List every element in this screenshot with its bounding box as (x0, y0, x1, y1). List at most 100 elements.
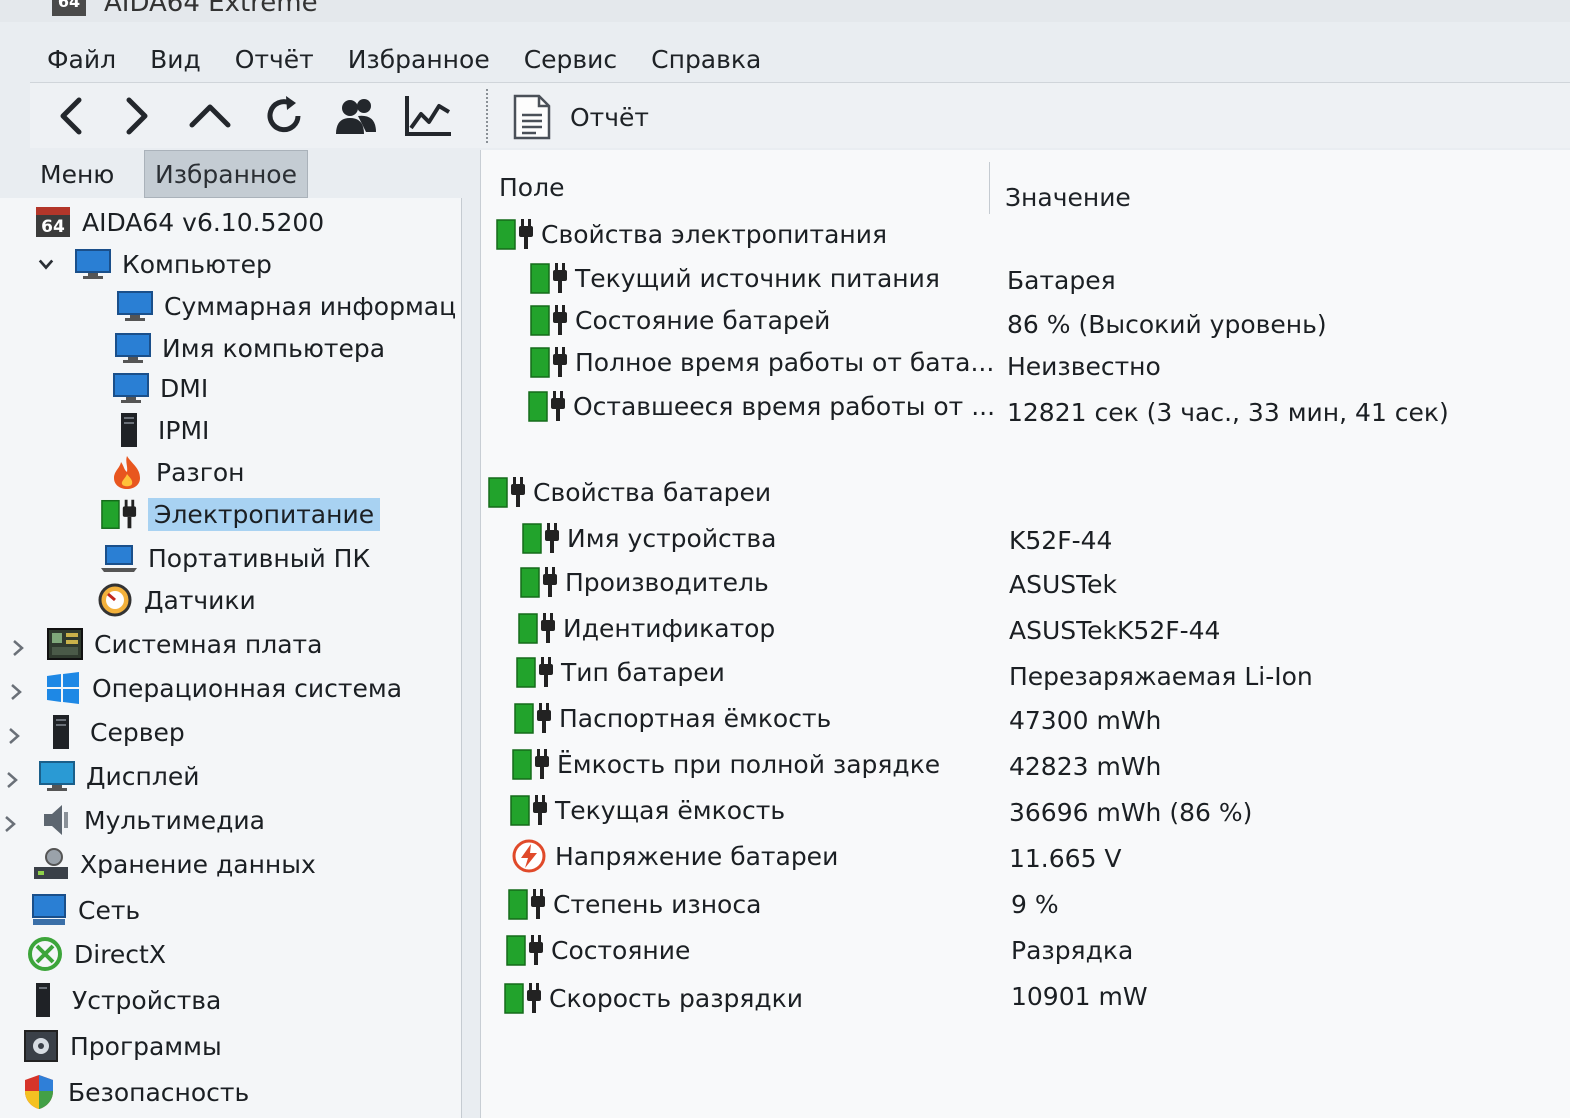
navigation-tree: 64 AIDA64 v6.10.5200 Компьютер Суммарная… (0, 198, 462, 1118)
detail-row[interactable]: Степень износа (505, 884, 761, 924)
tree-item-summary[interactable]: Суммарная информац (116, 286, 456, 326)
expand-chevron-icon[interactable] (2, 812, 18, 836)
menu-file[interactable]: Файл (30, 45, 133, 74)
field-name: Паспортная ёмкость (559, 703, 832, 733)
battery-plug-icon (100, 497, 138, 531)
tree-item-display[interactable]: Дисплей (38, 756, 199, 796)
users-button[interactable] (328, 91, 384, 141)
expand-chevron-icon[interactable] (8, 680, 24, 704)
detail-row[interactable]: Полное время работы от бата... (527, 342, 994, 382)
tree-label: DirectX (74, 939, 166, 969)
chart-icon (405, 96, 451, 136)
report-document-icon (513, 94, 551, 140)
column-header-value[interactable]: Значение (1005, 170, 1131, 224)
tree-item-overclock[interactable]: Разгон (108, 452, 244, 492)
server-tower-icon (110, 413, 148, 447)
menu-service[interactable]: Сервис (507, 45, 634, 74)
tree-item-server[interactable]: Сервер (42, 712, 185, 752)
section-header-battery[interactable]: Свойства батареи (485, 472, 771, 512)
detail-row[interactable]: Напряжение батареи (507, 836, 838, 876)
tree-item-computer-name[interactable]: Имя компьютера (114, 328, 385, 368)
forward-button[interactable] (110, 91, 166, 141)
detail-row[interactable]: Производитель (517, 562, 769, 602)
back-icon (60, 97, 82, 135)
detail-row[interactable]: Текущий источник питания (527, 258, 940, 298)
field-name: Тип батареи (561, 657, 725, 687)
expand-chevron-icon[interactable] (4, 768, 20, 792)
toolbar-separator (486, 89, 488, 143)
tree-item-security[interactable]: Безопасность (20, 1072, 249, 1112)
tree-item-sensors[interactable]: Датчики (96, 580, 256, 620)
battery-plug-icon (501, 981, 545, 1015)
column-divider[interactable] (989, 162, 990, 214)
tree-item-os[interactable]: Операционная система (44, 668, 402, 708)
battery-plug-icon (519, 521, 563, 555)
tree-item-root[interactable]: 64 AIDA64 v6.10.5200 (34, 202, 324, 242)
refresh-icon (267, 96, 301, 133)
aida64-window: 64 AIDA64 Extreme Файл Вид Отчёт Избранн… (0, 0, 1570, 1118)
tree-label: Мультимедиа (84, 805, 265, 835)
battery-plug-icon (527, 261, 571, 295)
detail-row[interactable]: Состояние батарей (527, 300, 830, 340)
up-button[interactable] (182, 91, 238, 141)
battery-plug-icon (527, 345, 571, 379)
hard-drive-icon (32, 847, 70, 881)
field-value: ASUSTek (1009, 569, 1118, 599)
tree-item-motherboard[interactable]: Системная плата (46, 624, 322, 664)
title-bar: 64 AIDA64 Extreme (0, 0, 1570, 22)
detail-row[interactable]: Ёмкость при полной зарядке (509, 744, 940, 784)
detail-row[interactable]: Паспортная ёмкость (511, 698, 831, 738)
column-header-field[interactable]: Поле (499, 160, 564, 214)
detail-row[interactable]: Тип батареи (513, 652, 725, 692)
details-panel: Поле Значение Свойства электропитания Те… (480, 150, 1570, 1118)
tree-item-computer[interactable]: Компьютер (74, 244, 272, 284)
menu-favorites[interactable]: Избранное (331, 45, 507, 74)
menu-help[interactable]: Справка (634, 45, 778, 74)
tree-item-storage[interactable]: Хранение данных (32, 844, 316, 884)
chart-button[interactable] (400, 91, 456, 141)
report-label: Отчёт (570, 102, 649, 132)
tree-item-portable[interactable]: Портативный ПК (100, 538, 370, 578)
report-button[interactable]: Отчёт (512, 91, 649, 143)
menu-view[interactable]: Вид (133, 45, 218, 74)
tree-item-programs[interactable]: Программы (22, 1026, 222, 1066)
back-button[interactable] (42, 91, 98, 141)
battery-plug-icon (507, 793, 551, 827)
battery-plug-icon (515, 611, 559, 645)
window-title: AIDA64 Extreme (104, 0, 318, 18)
battery-plug-icon (509, 747, 553, 781)
tab-favorites[interactable]: Избранное (144, 150, 308, 198)
section-header-power[interactable]: Свойства электропитания (493, 214, 887, 254)
detail-row[interactable]: Скорость разрядки (501, 978, 803, 1018)
tree-item-power[interactable]: Электропитание (100, 494, 381, 534)
field-value: K52F-44 (1009, 525, 1113, 555)
collapse-chevron-icon[interactable] (38, 252, 54, 276)
tree-item-directx[interactable]: DirectX (26, 934, 166, 974)
detail-row[interactable]: Состояние (503, 930, 690, 970)
tree-label: Операционная система (92, 673, 403, 703)
field-value: 10901 mW (1011, 981, 1148, 1011)
detail-row[interactable]: Текущая ёмкость (507, 790, 785, 830)
tree-item-devices[interactable]: Устройства (24, 980, 221, 1020)
detail-row[interactable]: Имя устройства (519, 518, 776, 558)
tree-item-ipmi[interactable]: IPMI (110, 410, 209, 450)
tree-label: Электропитание (148, 497, 381, 531)
field-name: Состояние (551, 935, 691, 965)
tree-label: Сеть (78, 895, 141, 925)
detail-row[interactable]: Идентификатор (515, 608, 775, 648)
tree-item-multimedia[interactable]: Мультимедиа (36, 800, 265, 840)
detail-row[interactable]: Оставшееся время работы от ... (525, 386, 995, 426)
refresh-button[interactable] (256, 91, 312, 141)
tree-item-dmi[interactable]: DMI (112, 368, 208, 408)
field-value: 12821 сек (3 час., 33 мин, 41 сек) (1007, 397, 1449, 427)
tree-item-network[interactable]: Сеть (30, 890, 140, 930)
field-value: Перезаряжаемая Li-Ion (1009, 661, 1313, 691)
field-value: Батарея (1007, 265, 1116, 295)
field-name: Степень износа (553, 889, 762, 919)
tab-menu[interactable]: Меню (30, 150, 140, 198)
menu-report[interactable]: Отчёт (218, 45, 331, 74)
expand-chevron-icon[interactable] (6, 724, 22, 748)
forward-icon (126, 97, 148, 135)
expand-chevron-icon[interactable] (10, 636, 26, 660)
tree-label: Безопасность (68, 1077, 250, 1107)
